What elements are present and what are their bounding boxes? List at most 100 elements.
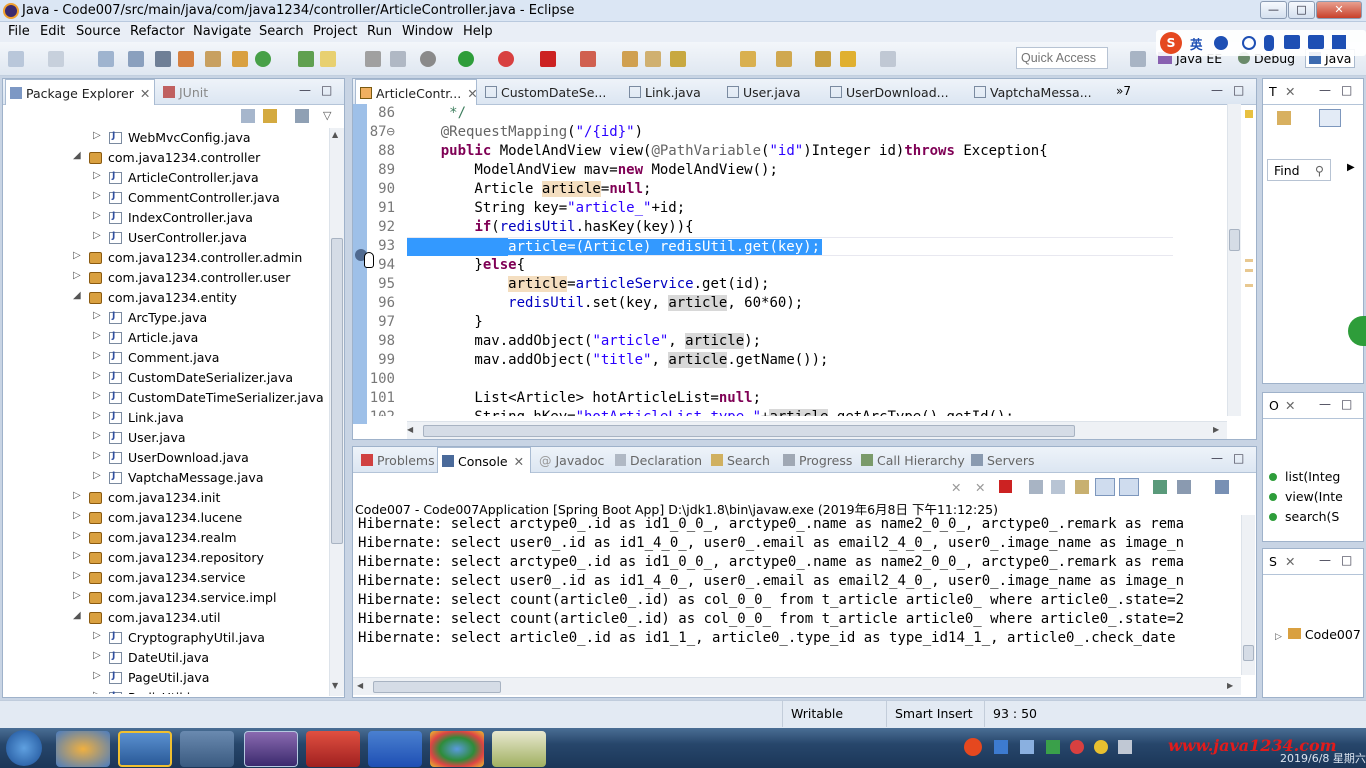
tree-file-row[interactable]: ▷ PageUtil.java [3, 668, 329, 688]
taskbar-computer-icon[interactable] [180, 731, 234, 767]
scrollbar-thumb[interactable] [373, 681, 501, 693]
collapsed-arrow-icon[interactable]: ▷ [73, 250, 81, 261]
tree-package-row[interactable]: ▷ com.java1234.lucene [3, 508, 329, 528]
forward-icon[interactable] [880, 51, 896, 67]
code-line[interactable]: mav.addObject("article", article); [407, 332, 1227, 351]
code-line[interactable]: }else{ [407, 256, 1227, 275]
minimize-view-icon[interactable]: — [1211, 451, 1223, 465]
tray-security-icon[interactable] [1046, 740, 1060, 754]
editor-hscrollbar[interactable]: ◀ ▶ [407, 421, 1227, 439]
tree-file-row[interactable]: ▷ CustomDateTimeSerializer.java [3, 388, 329, 408]
tree-package-row[interactable]: ▷ com.java1234.realm [3, 528, 329, 548]
outline-item[interactable]: view(Inte [1269, 489, 1343, 504]
tree-file-row[interactable]: ▷ Article.java [3, 328, 329, 348]
console-vscrollbar[interactable] [1241, 515, 1255, 675]
expanded-arrow-icon[interactable]: ◢ [73, 610, 81, 621]
editor-tab-articlecontroller[interactable]: ArticleContr... ✕ [355, 79, 478, 105]
expanded-arrow-icon[interactable]: ◢ [73, 290, 81, 301]
collapsed-arrow-icon[interactable]: ▷ [73, 270, 81, 281]
maximize-view-icon[interactable]: □ [1233, 451, 1244, 465]
next-annotation-icon[interactable] [740, 51, 756, 67]
tree-package-row[interactable]: ▷ com.java1234.controller.admin [3, 248, 329, 268]
code-editor[interactable]: */ @RequestMapping("/{id}") public Model… [407, 104, 1227, 416]
scroll-left-icon[interactable]: ◀ [407, 425, 413, 434]
tab-progress[interactable]: Progress [783, 453, 852, 468]
warning-marker-icon[interactable] [1245, 110, 1253, 118]
ime-lang-toggle[interactable]: 英 [1190, 34, 1203, 53]
collapsed-arrow-icon[interactable]: ▷ [93, 330, 101, 341]
debug-icon[interactable] [420, 51, 436, 67]
server-item[interactable]: ▷ Code007 [1275, 627, 1361, 642]
collapsed-arrow-icon[interactable]: ▷ [93, 170, 101, 181]
taskbar-explorer-icon[interactable] [118, 731, 172, 767]
editor-tab-vaptchamessage[interactable]: VaptchaMessa... [970, 79, 1098, 105]
build-icon[interactable] [178, 51, 194, 67]
minimize-view-icon[interactable]: — [1211, 83, 1223, 97]
view-filter-icon[interactable] [295, 109, 309, 123]
collapsed-arrow-icon[interactable]: ▷ [73, 570, 81, 581]
tree-file-row[interactable]: ▷ User.java [3, 428, 329, 448]
occurrence-marker[interactable] [1245, 284, 1253, 287]
ime-keyboard-icon[interactable] [1284, 35, 1300, 49]
ime-skin-icon[interactable] [1308, 35, 1324, 49]
tree-file-row[interactable]: ▷ CommentController.java [3, 188, 329, 208]
collapsed-arrow-icon[interactable]: ▷ [93, 410, 101, 421]
last-edit-icon[interactable] [815, 51, 831, 67]
tab-problems[interactable]: Problems [361, 453, 435, 468]
new-icon[interactable] [8, 51, 24, 67]
code-line[interactable]: String key="article_"+id; [407, 199, 1227, 218]
menu-search[interactable]: Search [259, 24, 304, 39]
maximize-button[interactable]: □ [1288, 1, 1315, 19]
tab-search[interactable]: Search [711, 453, 770, 468]
tree-file-row[interactable]: ▷ RedisUtil.java [3, 688, 329, 694]
ime-punct-icon[interactable] [1214, 36, 1228, 50]
editor-tab-user[interactable]: User.java [723, 79, 807, 105]
terminate-icon[interactable] [999, 480, 1012, 493]
collapsed-arrow-icon[interactable]: ▷ [73, 510, 81, 521]
menu-refactor[interactable]: Refactor [130, 24, 185, 39]
link-editor-icon[interactable] [263, 109, 277, 123]
code-line[interactable]: public ModelAndView view(@PathVariable("… [407, 142, 1227, 161]
new-package-icon[interactable] [232, 51, 248, 67]
menu-help[interactable]: Help [463, 24, 493, 39]
tree-package-row[interactable]: ▷ com.java1234.service.impl [3, 588, 329, 608]
tray-plus-icon[interactable] [1094, 740, 1108, 754]
scrollbar-thumb[interactable] [1229, 229, 1240, 251]
package-explorer-scrollbar[interactable]: ▲ ▼ [329, 128, 344, 696]
occurrence-marker[interactable] [1245, 269, 1253, 272]
menu-window[interactable]: Window [402, 24, 453, 39]
toggle-breadcrumb-icon[interactable] [155, 51, 171, 67]
minimize-button[interactable]: — [1260, 1, 1287, 19]
taskbar-eclipse-icon[interactable] [244, 731, 298, 767]
scrollbar-thumb[interactable] [1243, 645, 1254, 661]
code-line[interactable]: mav.addObject("title", article.getName()… [407, 351, 1227, 370]
scroll-right-icon[interactable]: ▶ [1227, 681, 1233, 690]
scroll-right-icon[interactable]: ▶ [1213, 425, 1219, 434]
tree-file-row[interactable]: ▷ VaptchaMessage.java [3, 468, 329, 488]
scrollbar-thumb[interactable] [423, 425, 1075, 437]
occurrence-marker[interactable] [1245, 259, 1253, 262]
expanded-arrow-icon[interactable]: ◢ [73, 150, 81, 161]
taskbar-app-icon[interactable] [56, 731, 110, 767]
close-icon[interactable]: ✕ [514, 454, 524, 469]
tab-outline[interactable]: O [1269, 398, 1279, 413]
maximize-view-icon[interactable]: □ [1341, 83, 1352, 97]
collapsed-arrow-icon[interactable]: ▷ [73, 590, 81, 601]
maximize-view-icon[interactable]: □ [1233, 83, 1244, 97]
show-stderr-icon[interactable] [1119, 478, 1139, 496]
collapsed-arrow-icon[interactable]: ▷ [93, 470, 101, 481]
taskbar-date[interactable]: 2019/6/8 星期六 [1280, 750, 1366, 766]
collapsed-arrow-icon[interactable]: ▷ [73, 530, 81, 541]
tab-call-hierarchy[interactable]: Call Hierarchy [861, 453, 965, 468]
start-button-icon[interactable] [6, 730, 42, 766]
tree-package-row[interactable]: ◢ com.java1234.entity [3, 288, 329, 308]
tab-task-list[interactable]: T [1269, 84, 1277, 99]
open-perspective-icon[interactable] [1130, 51, 1146, 67]
collapsed-arrow-icon[interactable]: ▷ [73, 490, 81, 501]
tree-file-row[interactable]: ▷ UserDownload.java [3, 448, 329, 468]
collapsed-arrow-icon[interactable]: ▷ [93, 670, 101, 681]
package-icon[interactable] [205, 51, 221, 67]
code-line[interactable] [407, 370, 1227, 389]
console-output[interactable]: Hibernate: select arctype0_.id as id1_0_… [358, 515, 1243, 665]
tree-package-row[interactable]: ▷ com.java1234.repository [3, 548, 329, 568]
